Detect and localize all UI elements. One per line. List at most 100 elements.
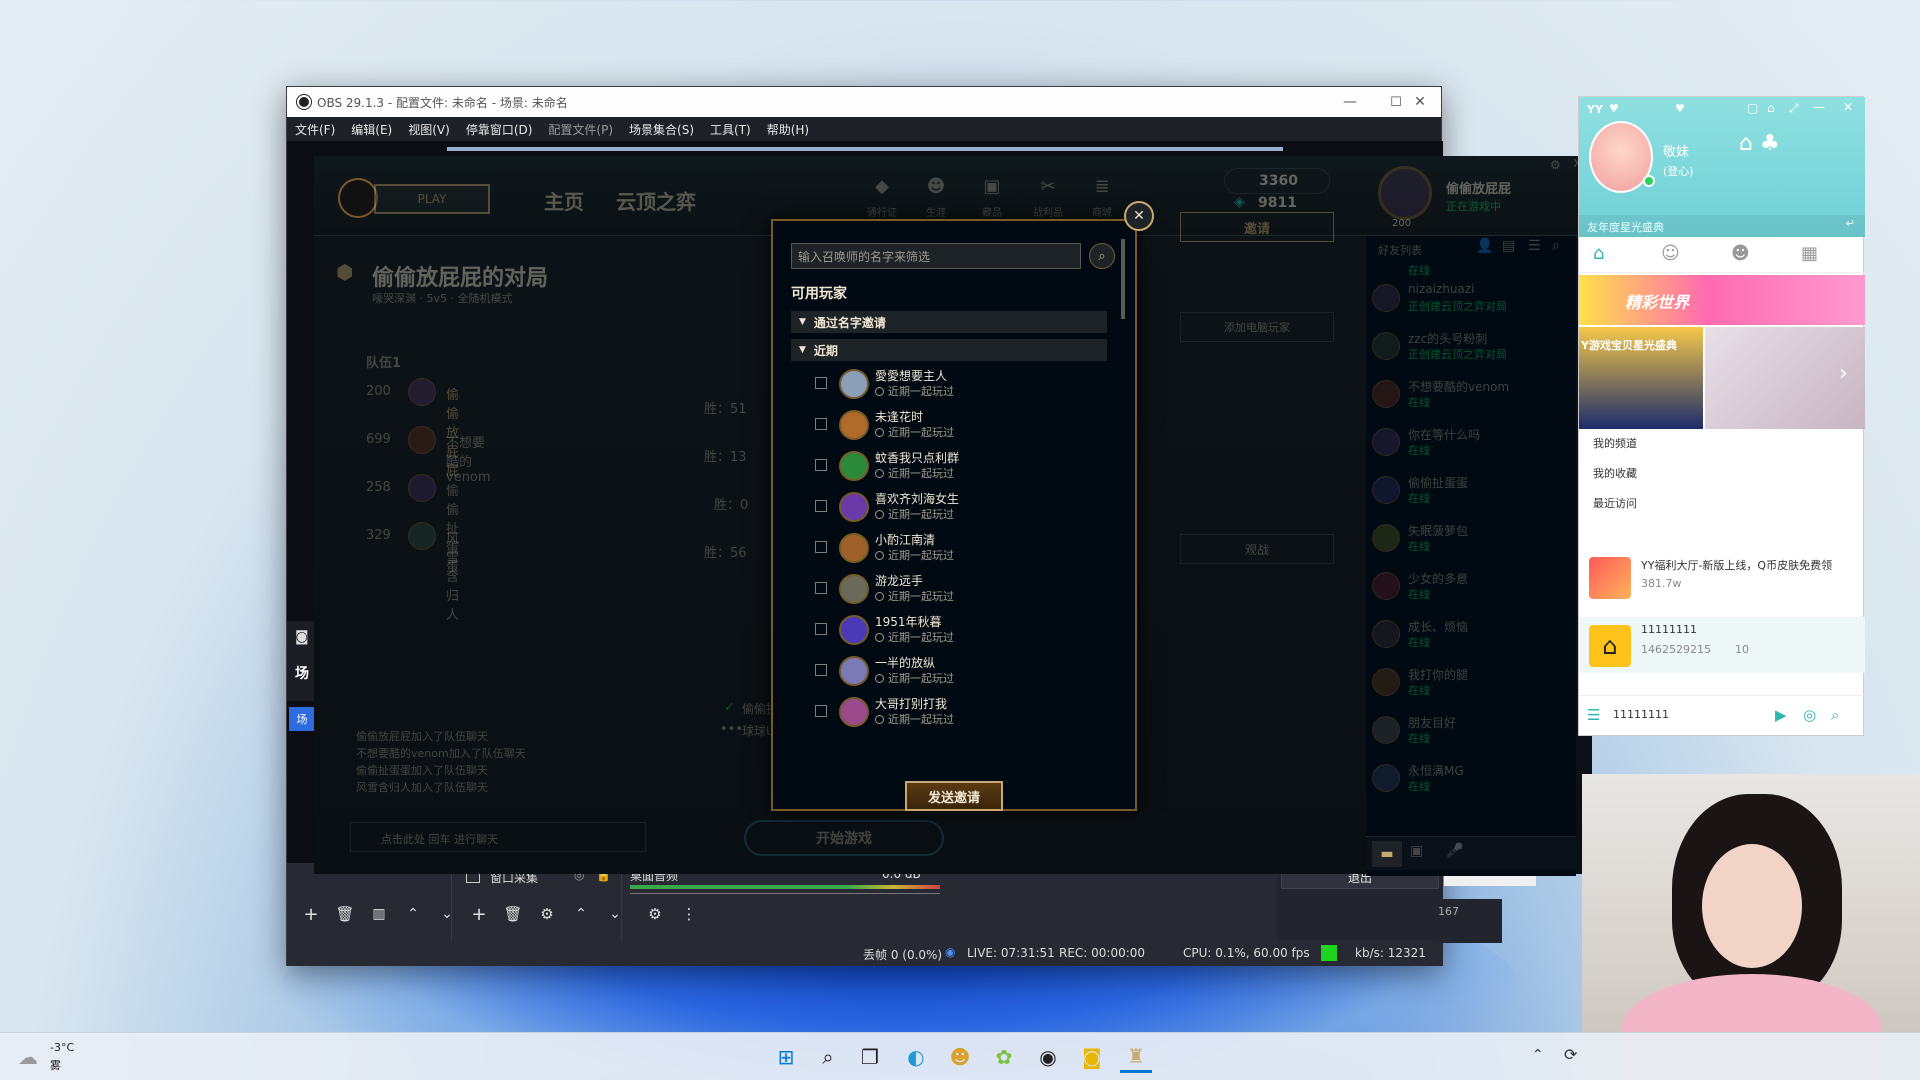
settings-icon[interactable]: ◎ <box>1803 706 1816 724</box>
source-down-button[interactable]: ⌄ <box>601 901 629 927</box>
rp-balance[interactable]: 3360 <box>1224 168 1330 194</box>
yy-search-bar[interactable]: 友年度星光盛典 ↵ <box>1579 215 1865 237</box>
league-taskbar-icon[interactable]: ♜ <box>1120 1041 1152 1073</box>
friend-row[interactable]: 我打你的腿 在线 <box>1366 660 1566 708</box>
friend-row[interactable]: 你在等什么吗 在线 <box>1366 420 1566 468</box>
pass-icon[interactable]: ◆ <box>862 176 902 197</box>
remove-scene-button[interactable]: 🗑 <box>331 901 359 927</box>
send-invite-button[interactable]: 发送邀请 <box>905 781 1003 811</box>
player-checkbox[interactable] <box>815 541 827 553</box>
loot-icon[interactable]: ✂ <box>1028 176 1068 197</box>
add-friend-icon[interactable]: 👤 <box>1476 238 1493 254</box>
add-source-button[interactable]: + <box>465 901 493 927</box>
chat-bubble-icon[interactable]: ▬ <box>1372 841 1402 867</box>
weather-icon[interactable]: ☁ <box>18 1045 38 1069</box>
tray-chevron-icon[interactable]: ⌃ <box>1532 1047 1544 1063</box>
add-scene-button[interactable]: + <box>297 901 325 927</box>
player-checkbox[interactable] <box>815 664 827 676</box>
chat-input[interactable]: 点击此处 回车 进行聊天 <box>350 822 646 852</box>
profile-avatar[interactable] <box>1378 166 1432 220</box>
task-view-icon[interactable]: ❐ <box>854 1041 886 1073</box>
play-button[interactable]: PLAY <box>374 184 490 214</box>
voice-icon[interactable]: 🎤 <box>1446 843 1463 859</box>
banner-top[interactable]: 精彩世界 <box>1579 275 1865 325</box>
enter-icon[interactable]: ↵ <box>1846 217 1855 230</box>
edge-icon[interactable]: ◐ <box>900 1041 932 1073</box>
link-my-channel[interactable]: 我的频道 <box>1593 435 1637 451</box>
shirt-icon[interactable]: ⌂ <box>1767 101 1775 115</box>
audio-settings-icon[interactable]: ⚙ <box>641 901 669 927</box>
summoner-search-input[interactable]: 输入召唤师的名字来筛选 <box>791 243 1081 269</box>
list-icon[interactable]: ☰ <box>1528 238 1541 254</box>
player-row[interactable]: 游龙远手 近期一起玩过 <box>791 568 1091 608</box>
friend-row[interactable]: 失眠菠萝包 在线 <box>1366 516 1566 564</box>
lol-settings-icon[interactable]: ⚙ <box>1550 158 1561 172</box>
remove-source-button[interactable]: 🗑 <box>499 901 527 927</box>
banner-event[interactable]: Y游戏宝贝星光盛典 <box>1579 327 1703 429</box>
contacts-tab-icon[interactable]: ☺ <box>1661 243 1680 264</box>
minimize-icon[interactable]: — <box>1813 100 1825 114</box>
invite-by-name-section[interactable]: ▼ 通过名字邀请 <box>791 311 1107 333</box>
player-row[interactable]: 1951年秋暮 近期一起玩过 <box>791 609 1091 649</box>
app-fruit-icon[interactable]: ✿ <box>988 1041 1020 1073</box>
friend-row[interactable]: nizaizhuazi 正创建云顶之弈对局 <box>1366 276 1566 324</box>
skin-icon[interactable]: ▢ <box>1747 101 1758 115</box>
expand-icon[interactable]: ⤢ <box>1789 101 1799 116</box>
nav-loot[interactable]: 战利品 <box>1028 204 1068 219</box>
close-button[interactable]: ✕ <box>1397 87 1443 117</box>
close-icon[interactable]: ✕ <box>1843 100 1853 114</box>
next-arrow-icon[interactable]: › <box>1839 361 1848 386</box>
app-game-icon[interactable]: ☻ <box>944 1041 976 1073</box>
video-icon[interactable]: ▶ <box>1775 706 1787 724</box>
friend-row[interactable]: 不想要酷的venom 在线 <box>1366 372 1566 420</box>
audio-menu-icon[interactable]: ⋮ <box>675 901 703 927</box>
player-checkbox[interactable] <box>815 500 827 512</box>
folder-icon[interactable]: ▤ <box>1502 238 1515 254</box>
friends-search-icon[interactable]: ⌕ <box>1552 238 1560 254</box>
scene-down-button[interactable]: ⌄ <box>433 901 461 927</box>
spectate-button[interactable]: 观战 <box>1180 534 1334 564</box>
scene-item-selected[interactable]: 场 <box>289 707 315 731</box>
player-row[interactable]: 小酌江南清 近期一起玩过 <box>791 527 1091 567</box>
add-bot-button[interactable]: 添加电脑玩家 <box>1180 312 1334 342</box>
source-settings-icon[interactable]: ⚙ <box>533 901 561 927</box>
nav-career[interactable]: 生涯 <box>916 204 956 219</box>
player-row[interactable]: 一半的放纵 近期一起玩过 <box>791 650 1091 690</box>
recent-item-1[interactable]: YY福利大厅-新版上线，Q币皮肤免费领 381.7w <box>1579 553 1865 609</box>
dialog-close-icon[interactable]: ✕ <box>1124 201 1154 231</box>
mission-icon[interactable]: ▣ <box>1410 843 1423 859</box>
nav-pass[interactable]: 通行证 <box>862 204 902 219</box>
menu-help[interactable]: 帮助(H) <box>759 121 817 138</box>
menu-docks[interactable]: 停靠窗口(D) <box>458 121 541 138</box>
menu-file[interactable]: 文件(F) <box>287 121 343 138</box>
source-up-button[interactable]: ⌃ <box>567 901 595 927</box>
camera-icon[interactable]: ◙ <box>295 629 309 645</box>
player-checkbox[interactable] <box>815 459 827 471</box>
menu-profile[interactable]: 配置文件(P) <box>540 121 621 138</box>
audio-slider[interactable] <box>630 893 940 899</box>
home-tab-icon[interactable]: ⌂ <box>1593 243 1604 264</box>
link-recent[interactable]: 最近访问 <box>1593 495 1637 511</box>
more-icon[interactable]: ••• <box>720 722 743 737</box>
obs-taskbar-icon[interactable]: ◉ <box>1032 1041 1064 1073</box>
minimize-button[interactable]: — <box>1327 87 1373 117</box>
nav-collection[interactable]: 藏品 <box>972 204 1012 219</box>
friend-row[interactable]: 成长、烦恼 在线 <box>1366 612 1566 660</box>
friend-row[interactable]: zzc的头号粉刺 正创建云顶之弈对局 <box>1366 324 1566 372</box>
scene-filter-button[interactable]: ▥ <box>365 901 393 927</box>
friend-row[interactable]: 朋友目好 在线 <box>1366 708 1566 756</box>
player-row[interactable]: 喜欢齐刘海女生 近期一起玩过 <box>791 486 1091 526</box>
player-row[interactable]: 大哥打别打我 近期一起玩过 <box>791 691 1091 731</box>
scene-up-button[interactable]: ⌃ <box>399 901 427 927</box>
tab-tft[interactable]: 云顶之弈 <box>616 186 696 215</box>
dialog-scrollbar[interactable] <box>1121 239 1125 319</box>
player-checkbox[interactable] <box>815 377 827 389</box>
player-checkbox[interactable] <box>815 623 827 635</box>
menu-tools[interactable]: 工具(T) <box>702 121 759 138</box>
friend-row[interactable]: 永恒满MG 在线 <box>1366 756 1566 804</box>
player-checkbox[interactable] <box>815 418 827 430</box>
store-icon[interactable]: ≣ <box>1082 176 1122 197</box>
profile-icon[interactable]: ☻ <box>916 176 956 197</box>
app-yellow-icon[interactable]: ◙ <box>1076 1041 1108 1073</box>
invite-button[interactable]: 邀请 <box>1180 212 1334 242</box>
